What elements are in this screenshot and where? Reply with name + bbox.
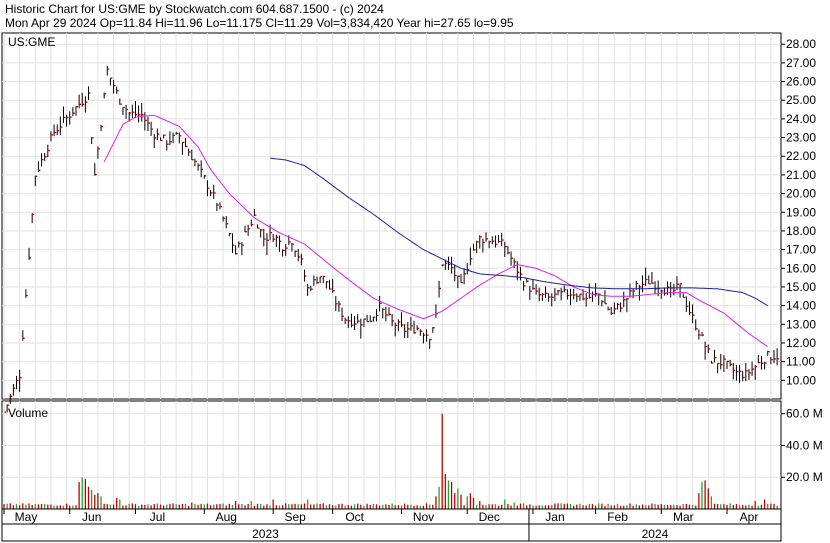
month-label: Jun (82, 510, 101, 524)
volume-y-axis: 20.0 M 40.0 M 60.0 M (781, 407, 823, 484)
price-tick-label: 12.00 (786, 336, 816, 350)
month-label: Aug (216, 510, 237, 524)
price-tick-label: 17.00 (786, 243, 816, 257)
month-label: Feb (607, 510, 628, 524)
symbol-label: US:GME (8, 35, 55, 49)
month-label: Nov (413, 510, 434, 524)
price-tick-label: 14.00 (786, 299, 816, 313)
volume-tick-label: 20.0 M (786, 470, 823, 484)
price-tick-label: 18.00 (786, 224, 816, 238)
month-label: Jan (545, 510, 564, 524)
month-label: Dec (479, 510, 500, 524)
volume-title: Volume (8, 406, 48, 420)
price-tick-label: 13.00 (786, 317, 816, 331)
month-label: Mar (673, 510, 694, 524)
price-tick-label: 21.00 (786, 168, 816, 182)
year-label: 2023 (252, 527, 279, 541)
month-label: May (15, 510, 38, 524)
price-tick-label: 26.00 (786, 75, 816, 89)
month-label: Oct (345, 510, 364, 524)
month-label: Sep (285, 510, 307, 524)
price-tick-label: 28.00 (786, 37, 816, 51)
price-tick-label: 15.00 (786, 280, 816, 294)
price-tick-label: 19.00 (786, 205, 816, 219)
price-tick-label: 23.00 (786, 131, 816, 145)
year-label: 2024 (642, 527, 669, 541)
stock-chart: Historic Chart for US:GME by Stockwatch.… (0, 0, 830, 543)
month-label: Jul (150, 510, 165, 524)
price-tick-label: 27.00 (786, 56, 816, 70)
price-tick-label: 24.00 (786, 112, 816, 126)
price-tick-label: 16.00 (786, 261, 816, 275)
month-label: Apr (740, 510, 759, 524)
price-tick-label: 20.00 (786, 187, 816, 201)
price-tick-label: 22.00 (786, 149, 816, 163)
chart-header-quote: Mon Apr 29 2024 Op=11.84 Hi=11.96 Lo=11.… (5, 16, 514, 30)
volume-tick-label: 40.0 M (786, 438, 823, 452)
price-tick-label: 25.00 (786, 93, 816, 107)
chart-header-title: Historic Chart for US:GME by Stockwatch.… (5, 2, 384, 16)
price-tick-label: 10.00 (786, 373, 816, 387)
price-tick-label: 11.00 (786, 355, 815, 369)
volume-tick-label: 60.0 M (786, 407, 823, 421)
